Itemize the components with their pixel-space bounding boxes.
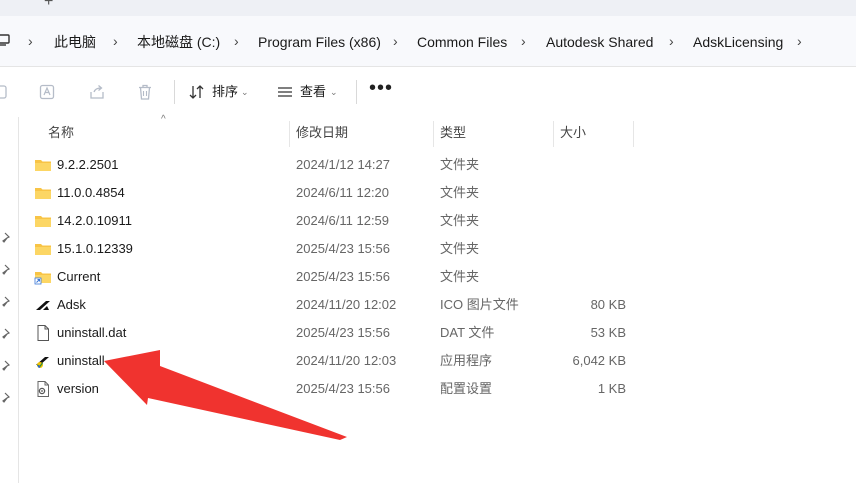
pin-icon[interactable] [1, 359, 13, 377]
folder-shortcut-icon [34, 269, 52, 285]
chevron-right-icon[interactable]: › [28, 32, 33, 50]
file-type: 文件夹 [440, 157, 480, 172]
file-date: 2025/4/23 15:56 [296, 381, 390, 396]
file-name: version [57, 381, 99, 396]
file-type: 文件夹 [440, 269, 480, 284]
pin-icon[interactable] [1, 263, 13, 281]
file-type: 应用程序 [440, 353, 493, 368]
config-file-icon [34, 381, 52, 397]
app-icon [34, 353, 52, 369]
navigation-pane [0, 117, 19, 483]
sort-ascending-icon: ^ [161, 114, 166, 125]
autodesk-logo-icon [34, 297, 52, 313]
file-type: 文件夹 [440, 241, 480, 256]
file-date: 2025/4/23 15:56 [296, 269, 390, 284]
chevron-down-icon[interactable]: ⌄ [330, 84, 338, 100]
list-item[interactable]: 14.2.0.10911 2024/6/11 12:59 文件夹 [20, 207, 660, 235]
address-bar[interactable]: › 此电脑 › 本地磁盘 (C:) › Program Files (x86) … [0, 16, 856, 67]
file-type: 配置设置 [440, 381, 493, 396]
rename-icon[interactable] [39, 83, 57, 106]
list-item[interactable]: 11.0.0.4854 2024/6/11 12:20 文件夹 [20, 179, 660, 207]
pin-icon[interactable] [1, 391, 13, 409]
file-name: Current [57, 269, 101, 284]
file-name: 11.0.0.4854 [57, 185, 125, 200]
chevron-right-icon[interactable]: › [797, 32, 802, 50]
sort-button[interactable]: 排序 [212, 84, 238, 100]
file-name: uninstall.dat [57, 325, 127, 340]
list-item[interactable]: uninstall.dat 2025/4/23 15:56 DAT 文件 53 … [20, 319, 660, 347]
pin-icon[interactable] [1, 327, 13, 345]
column-divider[interactable] [553, 121, 554, 147]
column-divider[interactable] [289, 121, 290, 147]
file-icon [34, 325, 52, 341]
command-bar: 排序 ⌄ 查看 ⌄ ••• [0, 67, 856, 117]
file-type: DAT 文件 [440, 325, 495, 340]
column-header-size[interactable]: 大小 [560, 121, 586, 145]
breadcrumb-program-files[interactable]: Program Files (x86) [258, 33, 381, 51]
toolbar-divider [174, 80, 175, 104]
list-item[interactable]: 15.1.0.12339 2025/4/23 15:56 文件夹 [20, 235, 660, 263]
chevron-down-icon[interactable]: ⌄ [241, 84, 249, 100]
breadcrumb-adsklicensing[interactable]: AdskLicensing [693, 33, 783, 51]
chevron-right-icon[interactable]: › [521, 32, 526, 50]
folder-icon [34, 241, 52, 257]
column-header-date[interactable]: 修改日期 [296, 121, 348, 145]
list-item[interactable]: version 2025/4/23 15:56 配置设置 1 KB [20, 375, 660, 403]
list-item[interactable]: Current 2025/4/23 15:56 文件夹 [20, 263, 660, 291]
file-date: 2025/4/23 15:56 [296, 325, 390, 340]
pin-icon[interactable] [1, 231, 13, 249]
file-date: 2024/1/12 14:27 [296, 157, 390, 172]
column-header-name[interactable]: 名称 [48, 121, 74, 145]
file-name: uninstall [57, 353, 105, 368]
file-name: 14.2.0.10911 [57, 213, 132, 228]
folder-icon [34, 213, 52, 229]
file-type: 文件夹 [440, 213, 480, 228]
view-button[interactable]: 查看 [300, 84, 326, 100]
file-type: ICO 图片文件 [440, 297, 519, 312]
file-size: 80 KB [590, 297, 626, 312]
tab-strip: + [0, 0, 856, 16]
delete-icon[interactable] [136, 83, 154, 106]
file-size: 53 KB [590, 325, 626, 340]
computer-icon[interactable] [0, 33, 10, 52]
column-header-type[interactable]: 类型 [440, 121, 466, 145]
share-icon[interactable] [88, 83, 106, 106]
chevron-right-icon[interactable]: › [669, 32, 674, 50]
file-date: 2024/6/11 12:20 [296, 185, 390, 200]
file-size: 1 KB [597, 381, 626, 396]
chevron-right-icon[interactable]: › [234, 32, 239, 50]
breadcrumb-local-disk[interactable]: 本地磁盘 (C:) [137, 33, 220, 51]
breadcrumb-autodesk-shared[interactable]: Autodesk Shared [546, 33, 653, 51]
file-date: 2024/11/20 12:02 [296, 297, 397, 312]
file-name: 15.1.0.12339 [57, 241, 133, 256]
sort-icon[interactable] [188, 83, 206, 106]
view-icon[interactable] [276, 83, 294, 106]
file-type: 文件夹 [440, 185, 480, 200]
file-date: 2025/4/23 15:56 [296, 241, 390, 256]
toolbar-divider [356, 80, 357, 104]
file-name: 9.2.2.2501 [57, 157, 119, 172]
folder-icon [34, 157, 52, 173]
list-item[interactable]: Adsk 2024/11/20 12:02 ICO 图片文件 80 KB [20, 291, 660, 319]
breadcrumb-common-files[interactable]: Common Files [417, 33, 507, 51]
list-item[interactable]: 9.2.2.2501 2024/1/12 14:27 文件夹 [20, 151, 660, 179]
file-size: 6,042 KB [572, 353, 627, 368]
file-date: 2024/6/11 12:59 [296, 213, 390, 228]
folder-icon [34, 185, 52, 201]
column-divider[interactable] [433, 121, 434, 147]
more-options-button[interactable]: ••• [369, 77, 393, 100]
column-divider[interactable] [633, 121, 634, 147]
file-date: 2024/11/20 12:03 [296, 353, 397, 368]
chevron-right-icon[interactable]: › [393, 32, 398, 50]
file-name: Adsk [57, 297, 86, 312]
pin-icon[interactable] [1, 295, 13, 313]
breadcrumb-this-pc[interactable]: 此电脑 [54, 33, 96, 51]
chevron-right-icon[interactable]: › [113, 32, 118, 50]
new-tab-button[interactable]: + [44, 0, 53, 10]
list-item[interactable]: uninstall 2024/11/20 12:03 应用程序 6,042 KB [20, 347, 660, 375]
copy-icon[interactable] [0, 83, 8, 106]
